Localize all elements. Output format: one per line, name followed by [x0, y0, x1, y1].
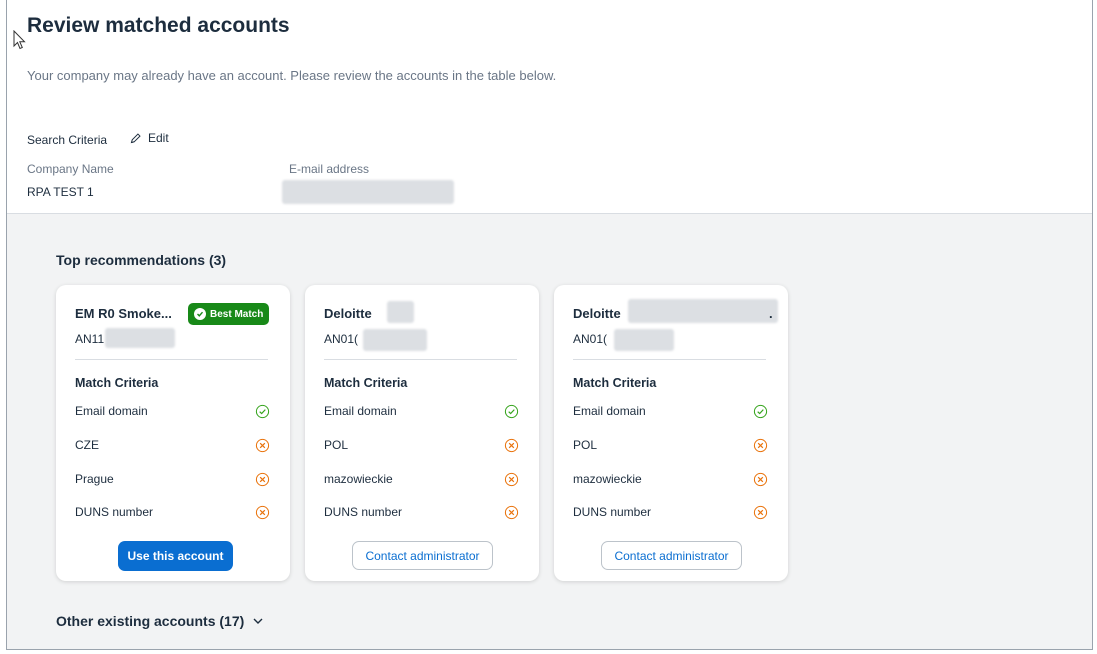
- page-subtitle: Your company may already have an account…: [27, 68, 557, 83]
- match-criteria-row: DUNS number: [75, 503, 270, 521]
- card-divider: [573, 359, 766, 360]
- match-criteria-row: Prague: [75, 470, 270, 488]
- match-criteria-row: CZE: [75, 436, 270, 454]
- account-card-3: Deloitte . AN01( Match Criteria Contact …: [554, 285, 788, 581]
- card-account-name: Deloitte: [573, 306, 621, 321]
- email-address-label: E-mail address: [289, 162, 370, 176]
- card-account-name: EM R0 Smoke...: [75, 306, 172, 321]
- match-criteria-row: DUNS number: [573, 503, 768, 521]
- error-circle-icon: [753, 472, 768, 486]
- match-criteria-title: Match Criteria: [75, 376, 159, 390]
- criteria-label: DUNS number: [324, 505, 403, 519]
- redacted-account-id: [363, 329, 427, 351]
- chevron-down-icon: [253, 618, 263, 624]
- other-accounts-toggle[interactable]: Other existing accounts (17): [56, 613, 264, 629]
- contact-administrator-button[interactable]: Contact administrator: [601, 541, 742, 570]
- match-criteria-title: Match Criteria: [573, 376, 657, 390]
- redacted-email-value: [282, 180, 454, 204]
- card-account-name: Deloitte: [324, 306, 372, 321]
- redacted-account-name: [628, 299, 778, 323]
- match-criteria-row: mazowieckie: [573, 470, 768, 488]
- badge-label: Best Match: [210, 308, 264, 320]
- check-circle-icon: [504, 404, 519, 418]
- check-circle-icon: [255, 404, 270, 418]
- use-this-account-button[interactable]: Use this account: [118, 541, 233, 571]
- match-criteria-row: DUNS number: [324, 503, 519, 521]
- error-circle-icon: [255, 505, 270, 519]
- criteria-label: Prague: [75, 472, 114, 486]
- criteria-label: Email domain: [75, 404, 148, 418]
- criteria-label: DUNS number: [573, 505, 652, 519]
- error-circle-icon: [504, 472, 519, 486]
- match-criteria-row: Email domain: [324, 402, 519, 420]
- check-icon: [194, 308, 206, 320]
- page-title: Review matched accounts: [27, 14, 290, 37]
- card-account-id: AN11: [75, 332, 105, 346]
- check-circle-icon: [753, 404, 768, 418]
- match-criteria-title: Match Criteria: [324, 376, 408, 390]
- card-divider: [324, 359, 517, 360]
- redacted-account-id: [105, 328, 175, 348]
- account-card-1: EM R0 Smoke... Best Match AN11 Match Cri…: [56, 285, 290, 581]
- match-criteria-row: POL: [573, 436, 768, 454]
- mouse-cursor-icon: [13, 30, 26, 50]
- search-criteria-label: Search Criteria: [27, 133, 108, 147]
- account-card-2: Deloitte AN01( Match Criteria Contact ad…: [305, 285, 539, 581]
- criteria-label: mazowieckie: [573, 472, 642, 486]
- match-criteria-row: mazowieckie: [324, 470, 519, 488]
- card-divider: [75, 359, 268, 360]
- best-match-badge: Best Match: [188, 303, 270, 325]
- criteria-label: mazowieckie: [324, 472, 393, 486]
- match-criteria-row: Email domain: [573, 402, 768, 420]
- error-circle-icon: [255, 472, 270, 486]
- header-area: Review matched accounts Your company may…: [7, 0, 1092, 214]
- error-circle-icon: [753, 438, 768, 452]
- match-criteria-row: POL: [324, 436, 519, 454]
- criteria-label: Email domain: [324, 404, 397, 418]
- redacted-account-id: [614, 329, 674, 351]
- criteria-label: Email domain: [573, 404, 646, 418]
- error-circle-icon: [255, 438, 270, 452]
- other-accounts-label: Other existing accounts (17): [56, 613, 245, 629]
- error-circle-icon: [504, 505, 519, 519]
- company-name-value: RPA TEST 1: [27, 185, 94, 199]
- edit-label: Edit: [148, 131, 169, 145]
- app-frame: Review matched accounts Your company may…: [6, 0, 1093, 650]
- redacted-account-name: [387, 301, 414, 323]
- criteria-label: DUNS number: [75, 505, 154, 519]
- contact-administrator-button[interactable]: Contact administrator: [352, 541, 493, 570]
- card-account-id: AN01(: [573, 332, 608, 346]
- criteria-label: CZE: [75, 438, 99, 452]
- recommendations-title: Top recommendations (3): [56, 252, 227, 268]
- criteria-label: POL: [324, 438, 349, 452]
- criteria-label: POL: [573, 438, 598, 452]
- edit-search-button[interactable]: Edit: [129, 131, 169, 145]
- card-account-name-suffix: .: [769, 306, 773, 321]
- match-criteria-row: Email domain: [75, 402, 270, 420]
- error-circle-icon: [753, 505, 768, 519]
- card-account-id: AN01(: [324, 332, 359, 346]
- pencil-icon: [130, 132, 141, 143]
- company-name-label: Company Name: [27, 162, 114, 176]
- error-circle-icon: [504, 438, 519, 452]
